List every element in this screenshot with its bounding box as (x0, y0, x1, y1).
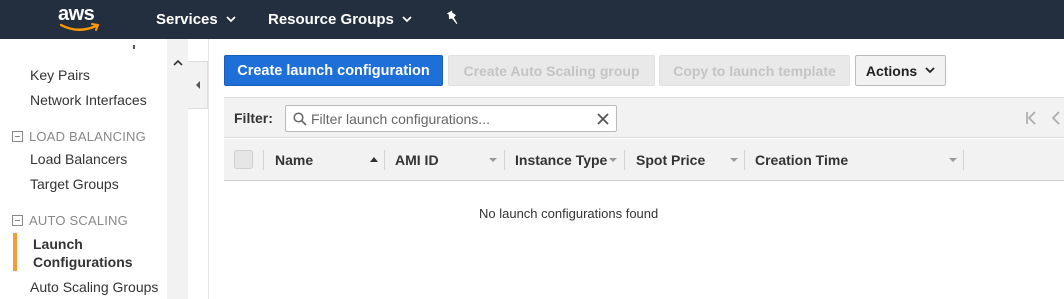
table-header: Name AMI ID Instance Type Spot Price Cre… (224, 139, 1064, 181)
sidebar-item-target-groups[interactable]: Target Groups (30, 176, 119, 192)
chevron-down-icon (925, 67, 935, 74)
column-separator (263, 150, 264, 170)
chevron-down-icon (226, 16, 236, 23)
close-icon[interactable] (597, 113, 609, 125)
sort-caret-icon[interactable] (949, 158, 957, 162)
chevron-down-icon (402, 16, 412, 23)
sidebar-item-network-interfaces[interactable]: Network Interfaces (30, 92, 147, 108)
resource-groups-menu[interactable]: Resource Groups (268, 11, 412, 28)
filter-bar: Filter: (224, 97, 1064, 138)
previous-page-icon[interactable] (1051, 111, 1061, 125)
sidebar-scrollbar[interactable] (167, 39, 188, 299)
section-title: AUTO SCALING (29, 213, 128, 228)
aws-logo[interactable]: aws (58, 3, 102, 35)
sort-ascending-icon (370, 157, 378, 162)
services-label: Services (156, 11, 218, 28)
active-indicator (13, 233, 17, 271)
empty-table-message: No launch configurations found (479, 206, 659, 221)
sidebar: Key Pairs Network Interfaces LOAD BALANC… (0, 39, 188, 299)
pin-icon[interactable] (446, 10, 460, 31)
search-icon (293, 112, 307, 126)
actions-label: Actions (865, 62, 918, 79)
sidebar-section-auto-scaling[interactable]: AUTO SCALING (12, 213, 128, 228)
first-page-icon[interactable] (1025, 111, 1037, 125)
column-header-label: Spot Price (636, 152, 706, 168)
collapse-icon (12, 131, 23, 142)
filter-label: Filter: (234, 110, 273, 126)
column-header-ami-id[interactable]: AMI ID (395, 139, 439, 181)
column-separator (384, 150, 385, 170)
services-menu[interactable]: Services (156, 11, 236, 28)
sort-caret-icon[interactable] (609, 158, 617, 162)
collapse-sidebar-handle[interactable] (188, 61, 208, 109)
chevron-up-icon[interactable] (173, 59, 183, 66)
create-launch-configuration-button[interactable]: Create launch configuration (224, 55, 443, 86)
filter-input[interactable] (311, 109, 581, 128)
section-title: LOAD BALANCING (29, 129, 146, 144)
column-separator (504, 150, 505, 170)
top-navigation-bar: aws Services Resource Groups (0, 0, 1064, 39)
column-separator (963, 150, 964, 170)
column-header-label: AMI ID (395, 152, 439, 168)
column-header-label: Creation Time (755, 152, 849, 168)
column-header-spot-price[interactable]: Spot Price (636, 139, 705, 181)
column-header-instance-type[interactable]: Instance Type (515, 139, 607, 181)
sidebar-item-key-pairs[interactable]: Key Pairs (30, 67, 90, 83)
create-auto-scaling-group-button[interactable]: Create Auto Scaling group (448, 55, 655, 86)
column-header-label: Instance Type (515, 152, 608, 168)
column-separator (624, 150, 625, 170)
column-header-creation-time[interactable]: Creation Time (755, 139, 848, 181)
actions-dropdown-button[interactable]: Actions (855, 55, 946, 86)
sort-caret-icon[interactable] (489, 158, 497, 162)
scroll-remnant-mark (133, 45, 135, 49)
sidebar-section-load-balancing[interactable]: LOAD BALANCING (12, 129, 146, 144)
column-header-label: Name (275, 152, 314, 168)
sidebar-item-load-balancers[interactable]: Load Balancers (30, 151, 127, 167)
aws-smile-icon (60, 23, 99, 31)
sidebar-item-auto-scaling-groups[interactable]: Auto Scaling Groups (30, 279, 158, 295)
copy-to-launch-template-button[interactable]: Copy to launch template (659, 55, 850, 86)
sort-caret-icon[interactable] (730, 158, 738, 162)
column-header-name[interactable]: Name (275, 139, 313, 181)
column-separator (744, 150, 745, 170)
caret-left-icon (195, 81, 200, 89)
filter-input-box[interactable] (285, 105, 617, 132)
sidebar-item-launch-configurations[interactable]: Launch Configurations (33, 235, 153, 271)
select-all-checkbox[interactable] (234, 150, 253, 169)
divider (208, 39, 209, 299)
collapse-icon (12, 215, 23, 226)
resource-groups-label: Resource Groups (268, 11, 394, 28)
